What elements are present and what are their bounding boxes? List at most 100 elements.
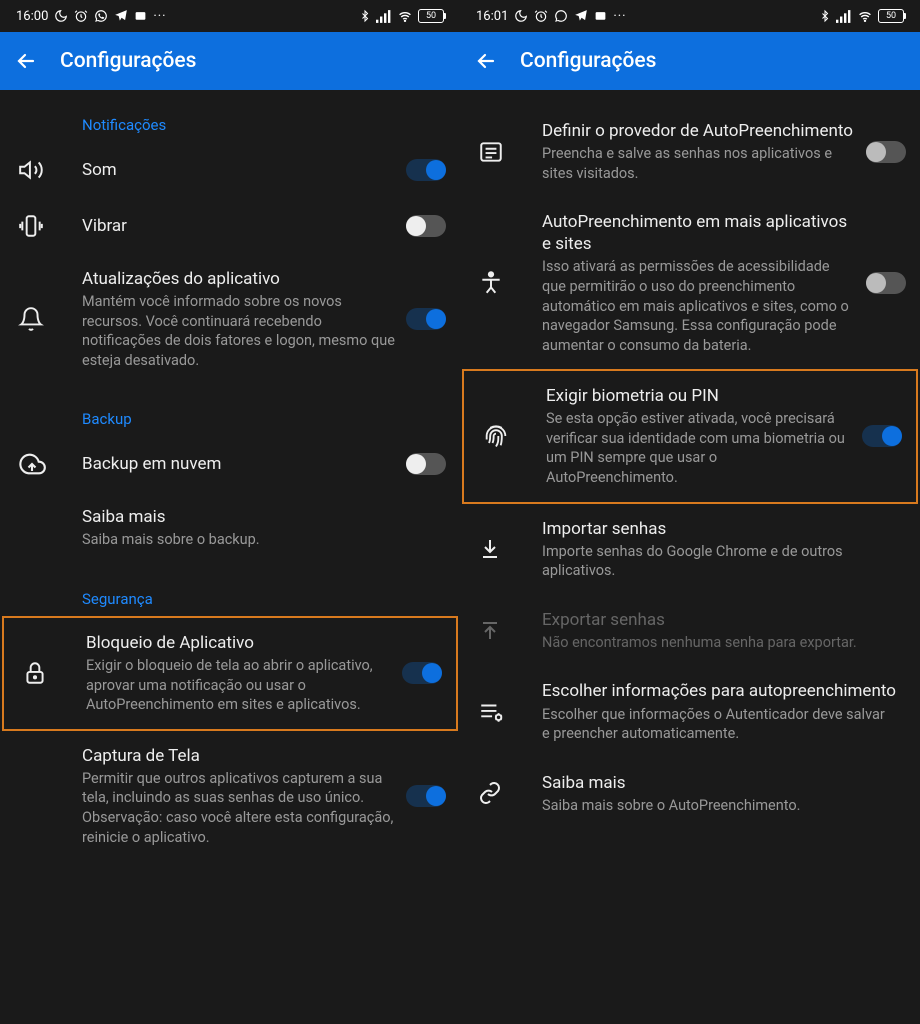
back-button[interactable] [474,49,498,73]
row-subtitle: Isso ativará as permissões de acessibili… [542,257,856,355]
bluetooth-icon [359,9,371,23]
status-bar: 16:01 ··· [460,0,920,32]
row-subtitle: Não encontramos nenhuma senha para expor… [542,633,896,653]
row-cloud-backup[interactable]: Backup em nuvem [0,436,460,492]
speaker-icon [18,157,82,183]
row-backup-learn-more[interactable]: Saiba mais Saiba mais sobre o backup. [0,492,460,564]
row-biometric[interactable]: Exigir biometria ou PIN Se esta opção es… [464,371,916,501]
row-title: Definir o provedor de AutoPreenchimento [542,120,856,142]
upload-icon [478,619,542,643]
app-header: Configurações [0,32,460,90]
row-title: Bloqueio de Aplicativo [86,632,392,654]
row-title: Atualizações do aplicativo [82,268,396,290]
toggle-sound[interactable] [406,159,446,181]
settings-list[interactable]: Definir o provedor de AutoPreenchimento … [460,90,920,1024]
toggle-app-updates[interactable] [406,308,446,330]
signal-icon [376,10,392,23]
bell-icon [18,306,82,332]
moon-icon [514,9,528,23]
row-title: AutoPreenchimento em mais aplicativos e … [542,211,856,255]
row-autofill-learn-more[interactable]: Saiba mais Saiba mais sobre o AutoPreenc… [460,758,920,830]
row-title: Som [82,159,396,181]
telegram-icon [114,9,128,23]
status-bar: 16:00 ··· [0,0,460,32]
row-screen-capture[interactable]: Captura de Tela Permitir que outros apli… [0,731,460,861]
section-notifications: Notificações [0,106,460,142]
accessibility-icon [478,270,542,296]
telegram-icon [574,9,588,23]
moon-icon [54,9,68,23]
toggle-app-lock[interactable] [402,662,442,684]
status-more: ··· [613,9,626,24]
row-subtitle: Importe senhas do Google Chrome e de out… [542,542,896,581]
row-export: Exportar senhas Não encontramos nenhuma … [460,595,920,667]
vibrate-icon [18,213,82,239]
fingerprint-icon [482,422,546,450]
row-subtitle: Exigir o bloqueio de tela ao abrir o apl… [86,656,392,715]
row-subtitle: Saiba mais sobre o AutoPreenchimento. [542,796,896,816]
lock-icon [22,660,86,686]
form-icon [478,139,542,165]
row-title: Exigir biometria ou PIN [546,385,852,407]
row-sound[interactable]: Som [0,142,460,198]
app-header: Configurações [460,32,920,90]
back-button[interactable] [14,49,38,73]
row-title: Vibrar [82,215,396,237]
settings-list[interactable]: Notificações Som Vibrar Atuali [0,90,460,1024]
row-title: Backup em nuvem [82,453,396,475]
toggle-screen-capture[interactable] [406,785,446,807]
list-gear-icon [478,699,542,725]
toggle-vibrate[interactable] [406,215,446,237]
row-subtitle: Preencha e salve as senhas nos aplicativ… [542,144,856,183]
status-time: 16:01 [476,9,508,24]
row-subtitle: Permitir que outros aplicativos capturem… [82,769,396,847]
row-autofill-provider[interactable]: Definir o provedor de AutoPreenchimento … [460,106,920,197]
download-icon [478,537,542,561]
row-import[interactable]: Importar senhas Importe senhas do Google… [460,504,920,595]
row-title: Saiba mais [542,772,896,794]
bluetooth-icon [819,9,831,23]
highlight-biometric: Exigir biometria ou PIN Se esta opção es… [462,369,918,503]
status-more: ··· [153,9,166,24]
signal-icon [836,10,852,23]
toggle-biometric[interactable] [862,425,902,447]
row-title: Escolher informações para autopreenchime… [542,680,896,702]
status-time: 16:00 [16,9,48,24]
message-icon [594,10,607,23]
row-title: Captura de Tela [82,745,396,767]
battery-level: 50 [886,11,896,21]
row-title: Importar senhas [542,518,896,540]
row-choose-info[interactable]: Escolher informações para autopreenchime… [460,666,920,757]
alarm-icon [534,9,548,23]
row-subtitle: Escolher que informações o Autenticador … [542,705,896,744]
row-autofill-more[interactable]: AutoPreenchimento em mais aplicativos e … [460,197,920,369]
battery-icon: 50 [878,9,904,23]
message-icon [134,10,147,23]
alarm-icon [74,9,88,23]
battery-level: 50 [426,11,436,21]
page-title: Configurações [60,49,196,73]
whatsapp-icon [94,9,108,23]
row-vibrate[interactable]: Vibrar [0,198,460,254]
page-title: Configurações [520,49,656,73]
toggle-autofill-provider[interactable] [866,141,906,163]
row-app-lock[interactable]: Bloqueio de Aplicativo Exigir o bloqueio… [4,618,456,729]
row-subtitle: Saiba mais sobre o backup. [82,530,436,550]
section-backup: Backup [0,384,460,436]
whatsapp-icon [554,9,568,23]
row-subtitle: Se esta opção estiver ativada, você prec… [546,409,852,487]
wifi-icon [397,10,413,23]
toggle-autofill-more[interactable] [866,272,906,294]
cloud-upload-icon [18,450,82,478]
screen-right: 16:01 ··· [460,0,920,1024]
screen-left: 16:00 ··· [0,0,460,1024]
row-app-updates[interactable]: Atualizações do aplicativo Mantém você i… [0,254,460,384]
highlight-app-lock: Bloqueio de Aplicativo Exigir o bloqueio… [2,616,458,731]
row-subtitle: Mantém você informado sobre os novos rec… [82,292,396,370]
row-title: Exportar senhas [542,609,896,631]
wifi-icon [857,10,873,23]
row-title: Saiba mais [82,506,436,528]
link-icon [478,781,542,805]
battery-icon: 50 [418,9,444,23]
toggle-cloud-backup[interactable] [406,453,446,475]
